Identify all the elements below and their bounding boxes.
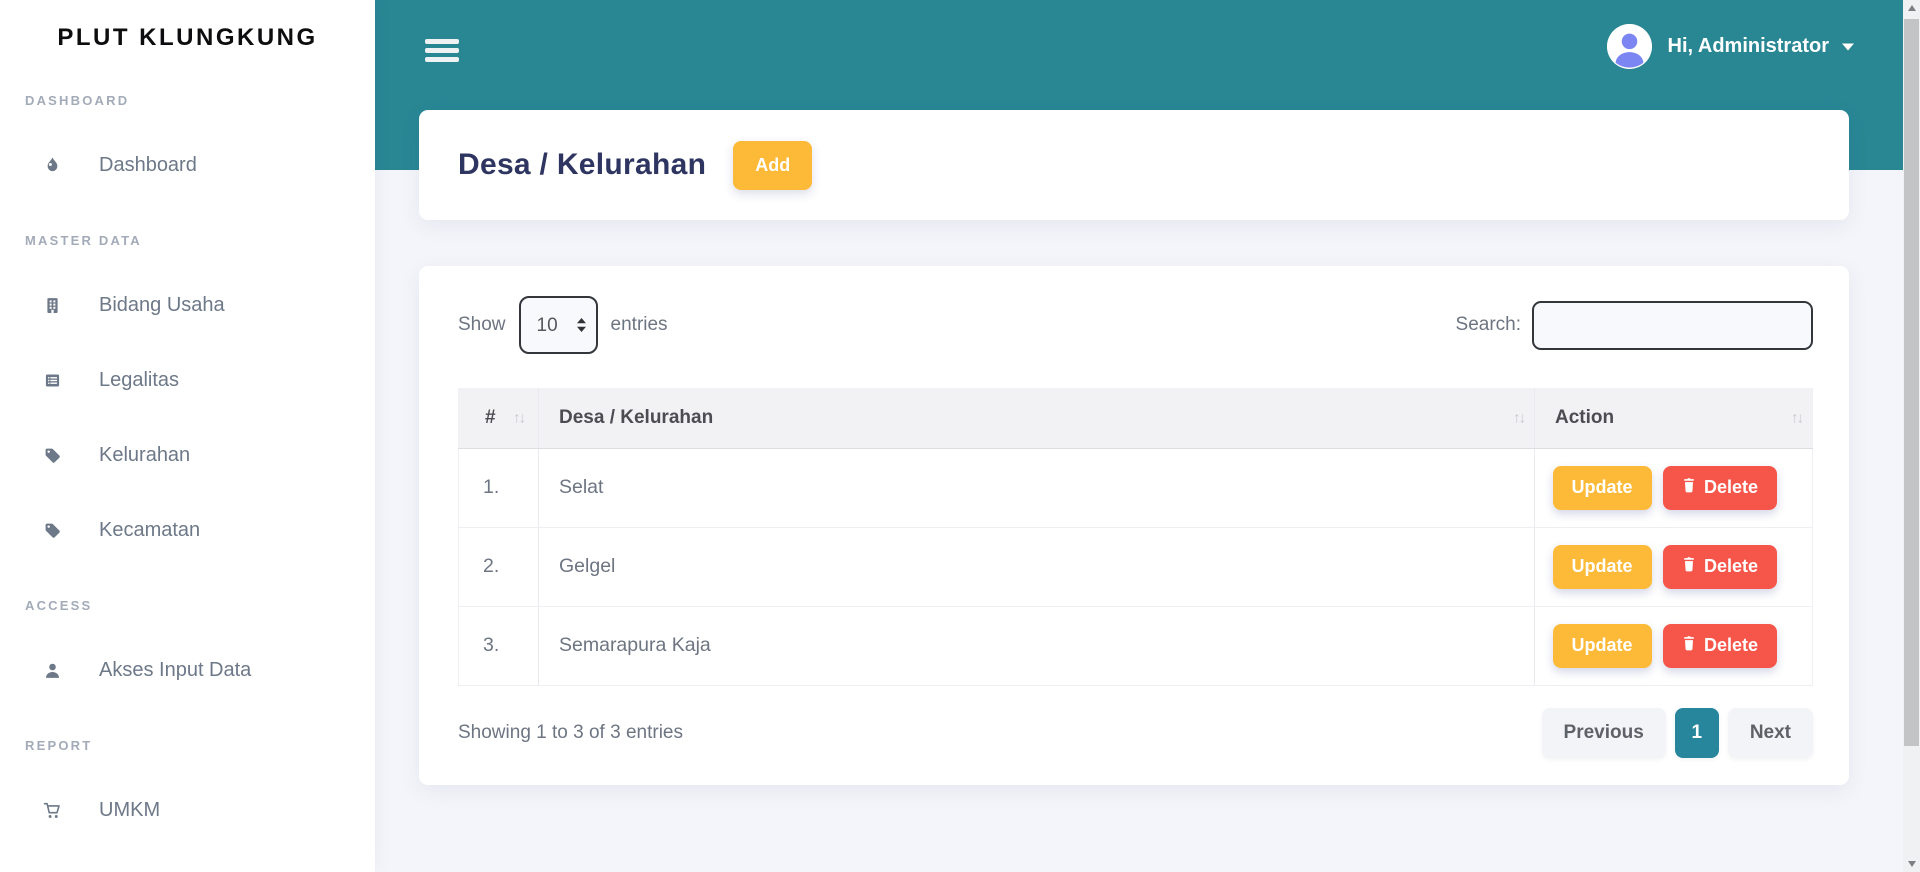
table-row: 3. Semarapura Kaja Update Delete (459, 606, 1813, 685)
table-header-row: # ↑↓ Desa / Kelurahan ↑↓ Action ↑↓ (459, 388, 1813, 448)
scrollbar-up-arrow[interactable] (1903, 0, 1920, 16)
sidebar-item-label: Legalitas (99, 369, 179, 392)
row-name: Semarapura Kaja (539, 606, 1535, 685)
row-number: 1. (459, 448, 539, 527)
sidebar-item-label: Dashboard (99, 154, 197, 177)
user-icon (41, 662, 63, 679)
table-row: 2. Gelgel Update Delete (459, 527, 1813, 606)
user-avatar-icon (1607, 24, 1652, 69)
tag-icon (41, 522, 63, 539)
row-actions: Update Delete (1535, 448, 1813, 527)
trash-icon (1682, 635, 1696, 656)
sidebar-item-kecamatan[interactable]: Kecamatan (0, 505, 375, 555)
page-title: Desa / Kelurahan (458, 148, 706, 182)
datatable-card: Show 10 entries Search: (419, 266, 1849, 785)
sidebar-item-legalitas[interactable]: Legalitas (0, 355, 375, 405)
sort-icon: ↑↓ (1791, 409, 1802, 426)
table-controls: Show 10 entries Search: (458, 296, 1813, 354)
trash-icon (1682, 477, 1696, 498)
entries-label: entries (611, 314, 668, 336)
sort-icon: ↑↓ (513, 409, 524, 426)
row-number: 2. (459, 527, 539, 606)
scrollbar-thumb[interactable] (1904, 19, 1919, 746)
scrollbar-down-arrow[interactable] (1903, 856, 1920, 872)
page-header-card: Desa / Kelurahan Add (419, 110, 1849, 220)
sidebar-item-umkm[interactable]: UMKM (0, 785, 375, 835)
search-input[interactable] (1532, 301, 1813, 350)
sidebar: PLUT KLUNGKUNG DASHBOARD Dashboard MASTE… (0, 0, 375, 872)
page-length-select[interactable]: 10 (519, 296, 598, 354)
column-header-action[interactable]: Action ↑↓ (1535, 388, 1813, 448)
delete-button[interactable]: Delete (1663, 545, 1777, 589)
next-page-button[interactable]: Next (1728, 708, 1813, 758)
row-name: Selat (539, 448, 1535, 527)
show-label: Show (458, 314, 506, 336)
update-button[interactable]: Update (1553, 545, 1652, 589)
user-menu[interactable]: Hi, Administrator (1607, 24, 1855, 69)
sidebar-item-label: Akses Input Data (99, 659, 251, 682)
hamburger-icon (425, 39, 459, 44)
sidebar-item-label: Kecamatan (99, 519, 200, 542)
row-name: Gelgel (539, 527, 1535, 606)
row-actions: Update Delete (1535, 606, 1813, 685)
cart-icon (41, 802, 63, 819)
entries-info: Showing 1 to 3 of 3 entries (458, 722, 683, 744)
sidebar-item-akses-input-data[interactable]: Akses Input Data (0, 645, 375, 695)
sidebar-item-bidang-usaha[interactable]: Bidang Usaha (0, 280, 375, 330)
tag-icon (41, 447, 63, 464)
trash-icon (1682, 556, 1696, 577)
data-table: # ↑↓ Desa / Kelurahan ↑↓ Action ↑↓ 1. (458, 388, 1813, 686)
sidebar-section-access: ACCESS (25, 598, 375, 613)
table-row: 1. Selat Update Delete (459, 448, 1813, 527)
hamburger-icon (425, 57, 459, 62)
column-header-number[interactable]: # ↑↓ (459, 388, 539, 448)
sidebar-section-master-data: MASTER DATA (25, 233, 375, 248)
caret-down-icon (1842, 43, 1854, 51)
table-footer: Showing 1 to 3 of 3 entries Previous 1 N… (458, 705, 1813, 760)
greeting-text: Hi, Administrator (1668, 35, 1830, 58)
sidebar-toggle-button[interactable] (425, 39, 459, 66)
list-icon (41, 372, 63, 389)
search-label: Search: (1456, 314, 1521, 336)
sidebar-item-label: Bidang Usaha (99, 294, 225, 317)
fire-icon (41, 157, 63, 174)
column-header-desa-kelurahan[interactable]: Desa / Kelurahan ↑↓ (539, 388, 1535, 448)
update-button[interactable]: Update (1553, 624, 1652, 668)
sidebar-item-label: UMKM (99, 799, 160, 822)
sidebar-item-kelurahan[interactable]: Kelurahan (0, 430, 375, 480)
sort-icon: ↑↓ (1513, 409, 1524, 426)
page-scrollbar[interactable] (1903, 0, 1920, 872)
sidebar-section-dashboard: DASHBOARD (25, 93, 375, 108)
search-control: Search: (1456, 301, 1813, 350)
pagination: Previous 1 Next (1542, 708, 1813, 758)
row-number: 3. (459, 606, 539, 685)
building-icon (41, 297, 63, 314)
add-button[interactable]: Add (733, 141, 812, 190)
delete-button[interactable]: Delete (1663, 624, 1777, 668)
sidebar-item-label: Kelurahan (99, 444, 190, 467)
previous-page-button[interactable]: Previous (1542, 708, 1666, 758)
brand-logo: PLUT KLUNGKUNG (0, 0, 375, 52)
page-length-control: Show 10 entries (458, 296, 668, 354)
row-actions: Update Delete (1535, 527, 1813, 606)
sidebar-item-dashboard[interactable]: Dashboard (0, 140, 375, 190)
delete-button[interactable]: Delete (1663, 466, 1777, 510)
update-button[interactable]: Update (1553, 466, 1652, 510)
sidebar-section-report: REPORT (25, 738, 375, 753)
page-1-button[interactable]: 1 (1675, 708, 1719, 758)
hamburger-icon (425, 48, 459, 53)
